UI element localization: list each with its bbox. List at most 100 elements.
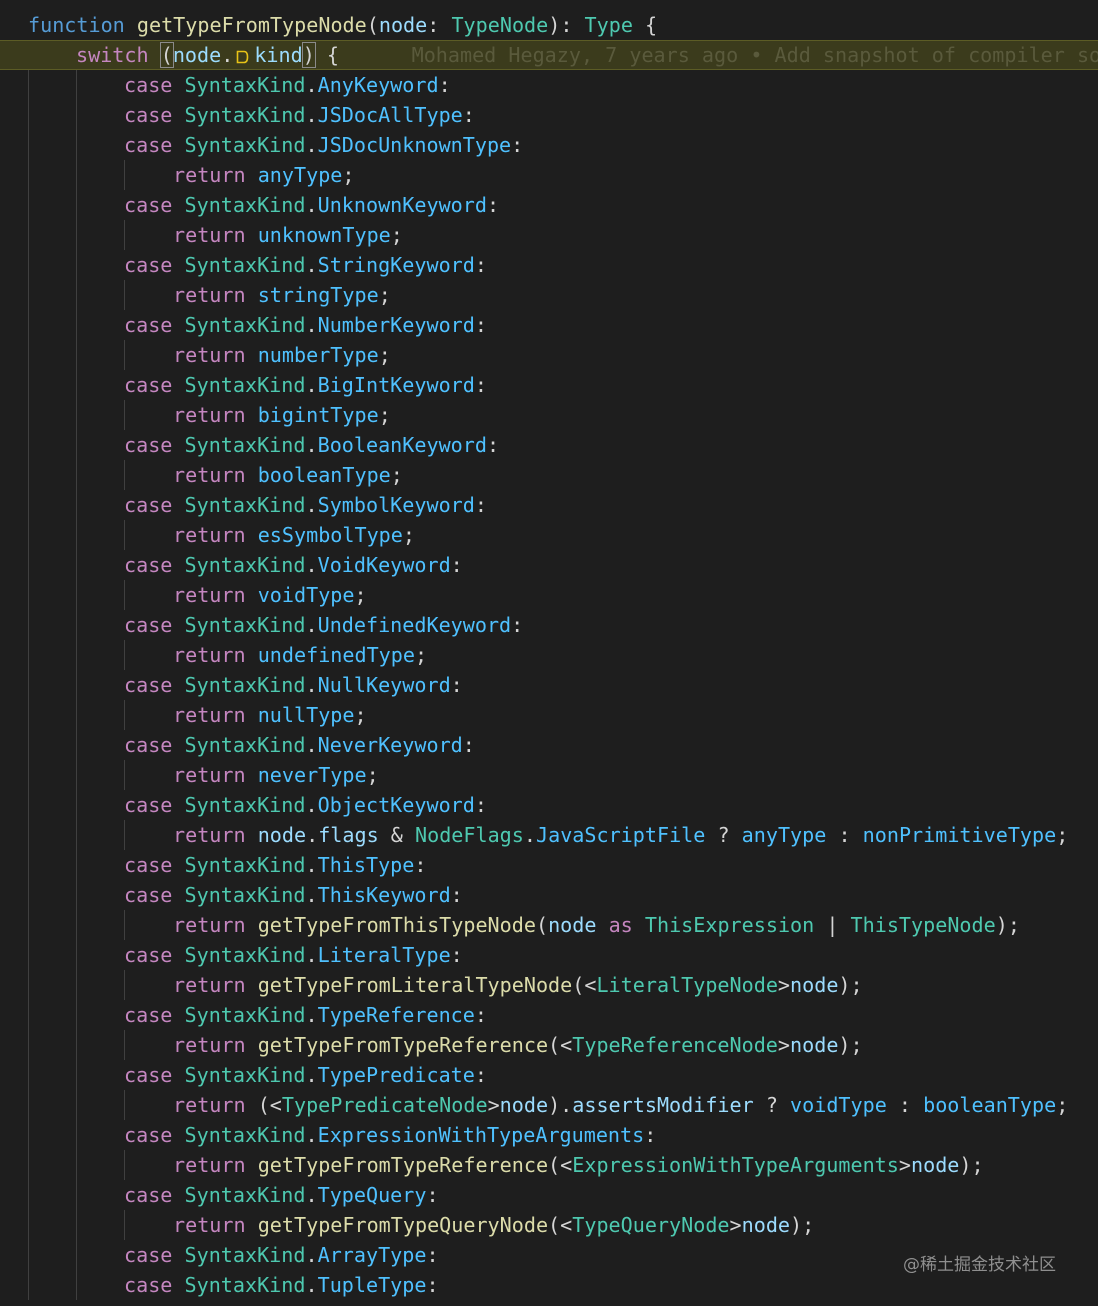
code-token: SyntaxKind <box>184 733 306 757</box>
code-content: case SyntaxKind.NeverKeyword: <box>124 730 475 760</box>
indent-guide <box>76 310 77 340</box>
code-token: ). <box>548 1093 573 1117</box>
code-content: case SyntaxKind.ObjectKeyword: <box>124 790 487 820</box>
indent-guide <box>28 190 29 220</box>
case-line[interactable]: case SyntaxKind.BigIntKeyword: <box>0 370 1098 400</box>
code-token: NumberKeyword <box>317 313 475 337</box>
return-line[interactable]: return (<TypePredicateNode>node).asserts… <box>0 1090 1098 1120</box>
indent-guide <box>76 340 77 370</box>
code-token: getTypeFromThisTypeNode <box>257 913 536 937</box>
case-line[interactable]: case SyntaxKind.JSDocUnknownType: <box>0 130 1098 160</box>
code-token: StringKeyword <box>317 253 475 277</box>
case-line[interactable]: case SyntaxKind.ObjectKeyword: <box>0 790 1098 820</box>
case-line[interactable]: case SyntaxKind.ExpressionWithTypeArgume… <box>0 1120 1098 1150</box>
code-token: . <box>305 313 318 337</box>
return-line[interactable]: return nullType; <box>0 700 1098 730</box>
return-line[interactable]: return undefinedType; <box>0 640 1098 670</box>
indent-guide <box>76 1270 77 1300</box>
indent-guide <box>124 1210 125 1240</box>
case-line[interactable]: case SyntaxKind.UndefinedKeyword: <box>0 610 1098 640</box>
switch-line-current[interactable]: switch (node. kind) { Mohamed Hegazy, 7 y… <box>0 40 1098 70</box>
case-line[interactable]: case SyntaxKind.TypeQuery: <box>0 1180 1098 1210</box>
code-token: ); <box>838 973 863 997</box>
code-content: case SyntaxKind.ArrayType: <box>124 1240 439 1270</box>
indent-guide <box>124 160 125 190</box>
case-line[interactable]: case SyntaxKind.TypePredicate: <box>0 1060 1098 1090</box>
indent-guide <box>76 520 77 550</box>
code-content: case SyntaxKind.TypePredicate: <box>124 1060 487 1090</box>
case-line[interactable]: case SyntaxKind.UnknownKeyword: <box>0 190 1098 220</box>
code-token: case <box>124 313 173 337</box>
code-token: return <box>173 583 246 607</box>
return-line[interactable]: return stringType; <box>0 280 1098 310</box>
return-line[interactable]: return voidType; <box>0 580 1098 610</box>
return-line[interactable]: return getTypeFromLiteralTypeNode(<Liter… <box>0 970 1098 1000</box>
case-line[interactable]: case SyntaxKind.SymbolKeyword: <box>0 490 1098 520</box>
case-line[interactable]: case SyntaxKind.JSDocAllType: <box>0 100 1098 130</box>
indent-guide <box>76 610 77 640</box>
code-token: TypeReference <box>317 1003 475 1027</box>
case-line[interactable]: case SyntaxKind.AnyKeyword: <box>0 70 1098 100</box>
return-line[interactable]: return node.flags & NodeFlags.JavaScript… <box>0 820 1098 850</box>
return-line[interactable]: return booleanType; <box>0 460 1098 490</box>
return-line[interactable]: return getTypeFromTypeReference(<Express… <box>0 1150 1098 1180</box>
code-token: ; <box>378 283 391 307</box>
code-token: case <box>124 493 173 517</box>
return-line[interactable]: return unknownType; <box>0 220 1098 250</box>
return-line[interactable]: return bigintType; <box>0 400 1098 430</box>
case-line[interactable]: case SyntaxKind.TypeReference: <box>0 1000 1098 1030</box>
indent-guide <box>28 970 29 1000</box>
case-line[interactable]: case SyntaxKind.ThisKeyword: <box>0 880 1098 910</box>
indent-guide <box>28 220 29 250</box>
code-token: SyntaxKind <box>184 853 306 877</box>
lightbulb-icon[interactable] <box>236 50 249 64</box>
code-token: SyntaxKind <box>184 943 306 967</box>
function-signature-line[interactable]: function getTypeFromTypeNode(node: TypeN… <box>0 10 1098 40</box>
code-token: : <box>450 943 463 967</box>
return-line[interactable]: return getTypeFromThisTypeNode(node as T… <box>0 910 1098 940</box>
case-line[interactable]: case SyntaxKind.StringKeyword: <box>0 250 1098 280</box>
code-content: case SyntaxKind.BigIntKeyword: <box>124 370 487 400</box>
code-token: Type <box>584 13 633 37</box>
indent-guide <box>76 820 77 850</box>
code-token: case <box>124 793 173 817</box>
return-line[interactable]: return getTypeFromTypeQueryNode(<TypeQue… <box>0 1210 1098 1240</box>
return-line[interactable]: return neverType; <box>0 760 1098 790</box>
code-editor[interactable]: function getTypeFromTypeNode(node: TypeN… <box>0 0 1098 1306</box>
code-content: case SyntaxKind.ExpressionWithTypeArgume… <box>124 1120 656 1150</box>
code-token: ): <box>548 13 585 37</box>
code-content: case SyntaxKind.StringKeyword: <box>124 250 487 280</box>
case-line[interactable]: case SyntaxKind.NullKeyword: <box>0 670 1098 700</box>
code-token: getTypeFromTypeQueryNode <box>257 1213 549 1237</box>
indent-guide <box>76 1090 77 1120</box>
code-token: node <box>548 913 597 937</box>
indent-guide <box>28 1270 29 1300</box>
return-line[interactable]: return anyType; <box>0 160 1098 190</box>
case-line[interactable]: case SyntaxKind.ThisType: <box>0 850 1098 880</box>
code-content: case SyntaxKind.ThisType: <box>124 850 426 880</box>
code-token: SymbolKeyword <box>317 493 475 517</box>
return-line[interactable]: return esSymbolType; <box>0 520 1098 550</box>
code-content: return esSymbolType; <box>173 520 415 550</box>
return-line[interactable]: return getTypeFromTypeReference(<TypeRef… <box>0 1030 1098 1060</box>
case-line[interactable]: case SyntaxKind.NumberKeyword: <box>0 310 1098 340</box>
case-line[interactable]: case SyntaxKind.BooleanKeyword: <box>0 430 1098 460</box>
case-line[interactable]: case SyntaxKind.LiteralType: <box>0 940 1098 970</box>
case-line[interactable]: case SyntaxKind.NeverKeyword: <box>0 730 1098 760</box>
return-line[interactable]: return numberType; <box>0 340 1098 370</box>
code-token: node <box>741 1213 791 1237</box>
indent-guide <box>76 1240 77 1270</box>
case-line[interactable]: case SyntaxKind.VoidKeyword: <box>0 550 1098 580</box>
code-token: SyntaxKind <box>184 613 306 637</box>
code-token: TupleType <box>317 1273 427 1297</box>
indent-guide <box>76 880 77 910</box>
code-token: (< <box>548 1153 573 1177</box>
code-token: ; <box>378 403 391 427</box>
code-content: case SyntaxKind.NullKeyword: <box>124 670 463 700</box>
code-token: . <box>305 1003 318 1027</box>
indent-guide <box>28 280 29 310</box>
